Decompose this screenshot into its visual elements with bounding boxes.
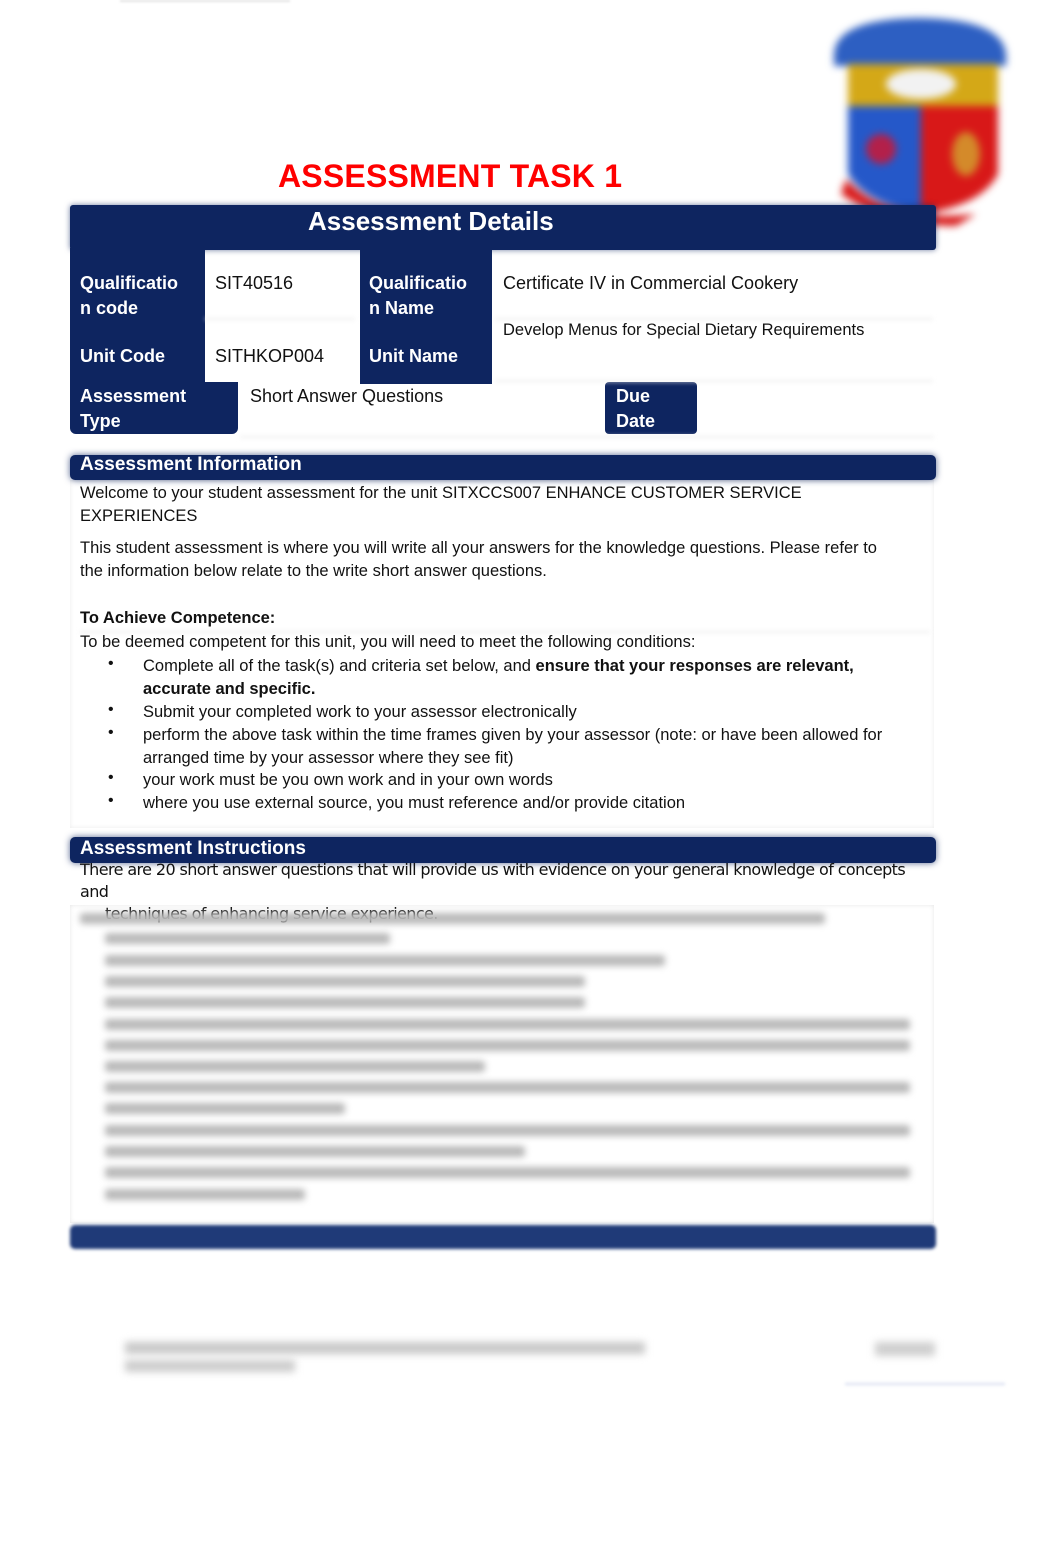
label-line: n code bbox=[80, 298, 139, 318]
assessment-type-label: Assessment Type bbox=[80, 384, 186, 434]
bullet-icon: • bbox=[108, 655, 114, 672]
bullet-icon: • bbox=[108, 724, 114, 741]
obscured-line bbox=[105, 1082, 910, 1093]
bullet-icon: • bbox=[108, 701, 114, 718]
label-line: Date bbox=[616, 411, 656, 431]
bullet-icon: • bbox=[108, 769, 114, 786]
obscured-line bbox=[105, 976, 585, 987]
obscured-content-box bbox=[70, 905, 934, 1223]
row-divider bbox=[495, 318, 933, 320]
text-line: arranged time by your assessor where the… bbox=[143, 749, 514, 767]
obscured-line bbox=[105, 1167, 910, 1178]
obscured-line bbox=[105, 1103, 345, 1114]
text-line: Welcome to your student assessment for t… bbox=[80, 484, 802, 502]
obscured-line bbox=[105, 1189, 305, 1200]
obscured-line bbox=[105, 1019, 910, 1030]
condition-text: Submit your completed work to your asses… bbox=[143, 703, 577, 721]
condition-text: perform the above task within the time f… bbox=[143, 724, 933, 770]
condition-text-bold: ensure that your responses are relevant, bbox=[535, 657, 854, 675]
label-line: Qualificatio bbox=[369, 273, 468, 293]
unit-name-label: Unit Name bbox=[369, 346, 459, 366]
obscured-line bbox=[105, 1146, 525, 1157]
condition-text: where you use external source, you must … bbox=[143, 794, 686, 812]
label-line: Type bbox=[80, 411, 121, 431]
label-line: Due bbox=[616, 386, 651, 406]
page-number-obscured bbox=[875, 1342, 935, 1356]
condition-item: • Complete all of the task(s) and criter… bbox=[108, 655, 928, 701]
obscured-line bbox=[105, 1125, 910, 1136]
unit-name-value: Develop Menus for Special Dietary Requir… bbox=[503, 321, 865, 339]
welcome-text: Welcome to your student assessment for t… bbox=[80, 482, 930, 528]
details-heading: Assessment Details bbox=[308, 206, 554, 236]
condition-item: • your work must be you own work and in … bbox=[108, 769, 928, 792]
text-line: perform the above task within the time f… bbox=[143, 726, 883, 744]
obscured-line bbox=[105, 997, 585, 1008]
obscured-line bbox=[80, 913, 825, 924]
intro-text: This student assessment is where you wil… bbox=[80, 537, 930, 583]
obscured-line bbox=[105, 1061, 485, 1072]
top-rule bbox=[120, 0, 290, 2]
label-line: Assessment bbox=[80, 386, 187, 406]
text-line: There are 20 short answer questions that… bbox=[80, 860, 906, 901]
condition-text: Complete all of the task(s) and criteria… bbox=[143, 655, 933, 701]
competence-heading: To Achieve Competence: bbox=[80, 609, 276, 627]
qualification-code-value: SIT40516 bbox=[215, 273, 294, 293]
qualification-code-label: Qualificatio n code bbox=[80, 271, 178, 321]
obscured-line bbox=[105, 955, 665, 966]
due-date-label: Due Date bbox=[616, 384, 655, 434]
competence-intro: To be deemed competent for this unit, yo… bbox=[80, 633, 696, 651]
row-divider bbox=[495, 380, 933, 382]
bullet-icon: • bbox=[108, 792, 114, 809]
due-date-value[interactable] bbox=[708, 384, 928, 424]
label-line: Qualificatio bbox=[80, 273, 179, 293]
label-line: n Name bbox=[369, 298, 435, 318]
section-header-bar-obscured bbox=[70, 1225, 936, 1249]
text-line: EXPERIENCES bbox=[80, 507, 198, 525]
text-line: the information below relate to the writ… bbox=[80, 562, 547, 580]
instructions-heading: Assessment Instructions bbox=[80, 838, 306, 859]
condition-text-bold: accurate and specific. bbox=[143, 680, 316, 698]
footer-text-obscured bbox=[125, 1342, 645, 1354]
qualification-name-label: Qualificatio n Name bbox=[369, 271, 467, 321]
row-divider bbox=[240, 436, 934, 438]
unit-code-value: SITHKOP004 bbox=[215, 346, 325, 366]
condition-item: • where you use external source, you mus… bbox=[108, 792, 928, 815]
text-line: This student assessment is where you wil… bbox=[80, 539, 877, 557]
qualification-name-value: Certificate IV in Commercial Cookery bbox=[503, 273, 799, 293]
footer-rule bbox=[845, 1383, 1005, 1385]
assessment-type-value: Short Answer Questions bbox=[250, 386, 444, 406]
condition-text-plain: Complete all of the task(s) and criteria… bbox=[143, 657, 536, 675]
footer-text-obscured bbox=[125, 1360, 295, 1372]
condition-item: • Submit your completed work to your ass… bbox=[108, 701, 928, 724]
assessment-task-title: ASSESSMENT TASK 1 bbox=[278, 158, 623, 194]
row-divider bbox=[205, 318, 355, 320]
condition-text: your work must be you own work and in yo… bbox=[143, 771, 553, 789]
obscured-line bbox=[105, 933, 390, 944]
unit-code-label: Unit Code bbox=[80, 346, 165, 366]
institution-crest-icon bbox=[834, 18, 1006, 226]
information-heading: Assessment Information bbox=[80, 454, 302, 475]
obscured-line bbox=[105, 1040, 910, 1051]
condition-item: • perform the above task within the time… bbox=[108, 724, 928, 770]
